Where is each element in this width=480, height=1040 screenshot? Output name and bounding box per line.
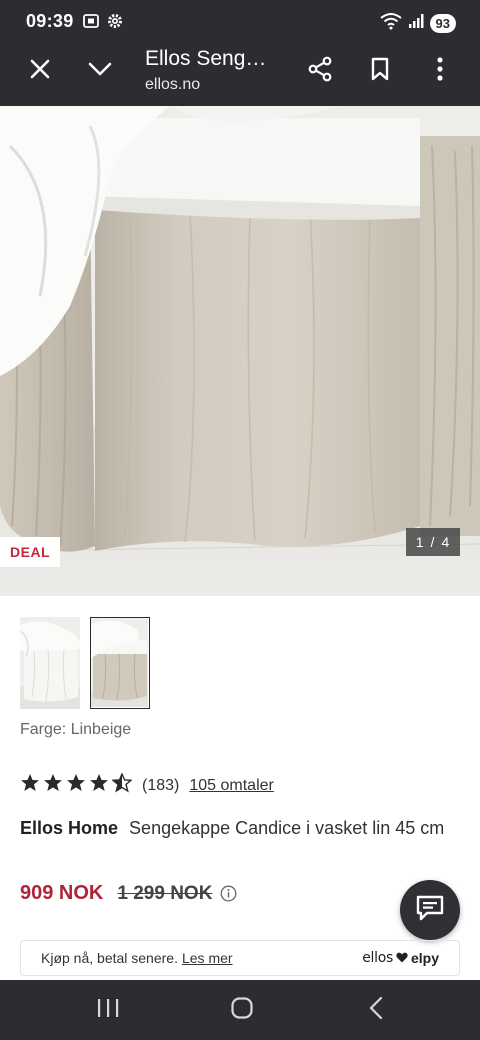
deal-badge: DEAL bbox=[0, 537, 61, 567]
reviews-link[interactable]: 105 omtaler bbox=[189, 777, 274, 795]
color-label: Farge: Linbeige bbox=[20, 721, 132, 738]
back-icon bbox=[369, 996, 383, 1025]
bookmark-button[interactable] bbox=[360, 51, 400, 91]
gear-icon bbox=[106, 12, 124, 35]
original-price: 1 299 NOK bbox=[117, 882, 213, 904]
product-name: Sengekappe Candice i vasket lin 45 cm bbox=[129, 818, 445, 838]
status-time: 09:39 bbox=[26, 11, 74, 31]
thumbnail-white-skirt bbox=[20, 617, 80, 709]
bnpl-read-more-link[interactable]: Les mer bbox=[182, 950, 233, 966]
back-button[interactable] bbox=[346, 990, 406, 1030]
screenshot-icon bbox=[82, 12, 100, 35]
product-photo bbox=[0, 106, 480, 596]
ellos-logo: ellos bbox=[362, 950, 393, 966]
share-icon bbox=[307, 56, 333, 87]
product-brand[interactable]: Ellos Home bbox=[20, 818, 118, 838]
battery-level: 93 bbox=[435, 16, 450, 31]
star-full-icon bbox=[43, 773, 63, 798]
image-counter-total: 4 bbox=[441, 534, 451, 550]
share-button[interactable] bbox=[300, 51, 340, 91]
close-icon bbox=[29, 58, 51, 85]
bnpl-logos: ellos elpy bbox=[362, 950, 439, 966]
wifi-icon bbox=[379, 12, 402, 35]
signal-icon bbox=[408, 13, 424, 34]
page-title: Ellos Seng… bbox=[145, 47, 267, 70]
bookmark-icon bbox=[370, 57, 390, 86]
system-nav-bar bbox=[0, 980, 480, 1040]
star-full-icon bbox=[89, 773, 109, 798]
image-counter: 1 / 4 bbox=[406, 528, 460, 556]
home-button[interactable] bbox=[212, 990, 272, 1030]
star-half-icon bbox=[111, 772, 133, 798]
color-option-white[interactable] bbox=[20, 617, 80, 709]
elpy-logo: elpy bbox=[410, 950, 439, 966]
chat-button[interactable] bbox=[400, 880, 460, 940]
image-counter-separator: / bbox=[430, 534, 436, 550]
rating-row: (183) 105 omtaler bbox=[20, 772, 274, 798]
recent-apps-button[interactable] bbox=[78, 990, 138, 1030]
more-options-button[interactable] bbox=[420, 51, 460, 91]
rating-stars bbox=[20, 772, 133, 798]
chat-icon bbox=[415, 894, 445, 927]
minimize-button[interactable] bbox=[80, 51, 120, 91]
info-icon[interactable] bbox=[220, 885, 237, 902]
home-icon bbox=[230, 996, 254, 1025]
rating-count: (183) bbox=[142, 776, 180, 794]
product-image-carousel[interactable]: DEAL 1 / 4 bbox=[0, 106, 480, 596]
color-option-linbeige[interactable] bbox=[90, 617, 150, 709]
custom-tab-toolbar: Ellos Seng… ellos.no bbox=[0, 44, 480, 106]
more-vert-icon bbox=[437, 56, 443, 86]
image-counter-current: 1 bbox=[415, 534, 425, 550]
star-full-icon bbox=[20, 773, 40, 798]
heart-icon bbox=[396, 950, 408, 966]
current-price: 909 NOK bbox=[20, 882, 104, 904]
status-right: 93 bbox=[379, 12, 456, 35]
bnpl-text: Kjøp nå, betal senere. bbox=[41, 950, 178, 966]
recent-apps-icon bbox=[96, 998, 120, 1023]
bnpl-banner: Kjøp nå, betal senere. Les mer ellos elp… bbox=[20, 940, 460, 976]
close-button[interactable] bbox=[20, 51, 60, 91]
status-bar: 09:39 93 bbox=[0, 0, 480, 44]
product-title: Ellos Home Sengekappe Candice i vasket l… bbox=[20, 814, 460, 843]
battery-icon: 93 bbox=[429, 14, 456, 33]
chevron-down-icon bbox=[88, 61, 112, 82]
price-row: 909 NOK 1 299 NOK bbox=[20, 882, 237, 905]
thumbnail-linen-skirt bbox=[91, 618, 148, 707]
star-full-icon bbox=[66, 773, 86, 798]
status-left-icons bbox=[82, 12, 124, 35]
page-url: ellos.no bbox=[145, 76, 201, 93]
